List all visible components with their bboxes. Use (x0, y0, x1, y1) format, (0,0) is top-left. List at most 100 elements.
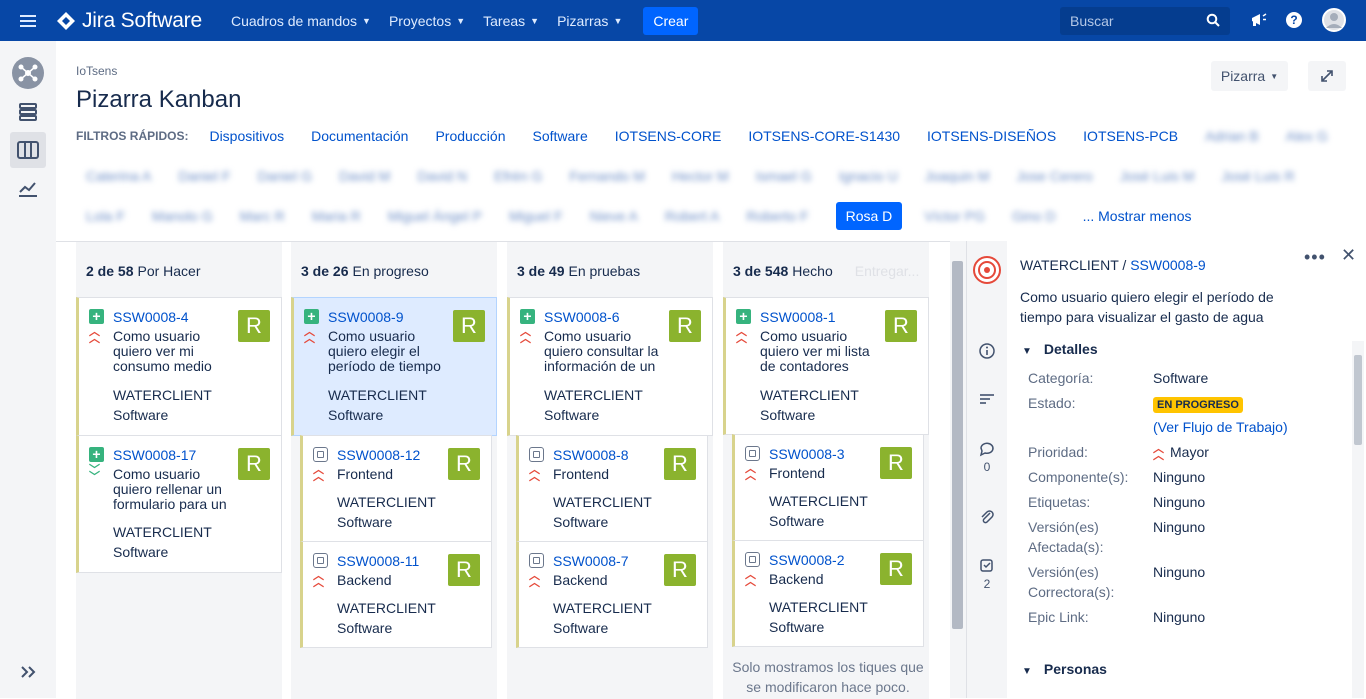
jira-logo[interactable]: Jira Software (56, 9, 202, 33)
comments-tab[interactable]: 0 (977, 441, 997, 474)
app-switcher-icon[interactable] (0, 14, 56, 28)
more-actions-icon[interactable]: ••• (1304, 247, 1326, 268)
filter-link-blurred[interactable]: Caterina A (86, 168, 151, 184)
details-section-header[interactable]: ▼ Detalles (1022, 341, 1098, 357)
breadcrumb-project[interactable]: IoTsens (76, 64, 117, 78)
issue-key[interactable]: SSW0008-9 (304, 309, 403, 325)
project-avatar[interactable] (12, 57, 44, 89)
subtask-card[interactable]: SSW0008-2 ︿ ︿ Backend R WATERCLIENT Softw… (732, 540, 924, 647)
attachment-icon[interactable] (977, 509, 997, 528)
assignee-avatar[interactable]: R (664, 448, 696, 480)
issue-card[interactable]: + SSW0008-1 ︿ ︿ Como usuario quiero ver m… (723, 297, 929, 435)
filter-link[interactable]: Documentación (311, 128, 408, 144)
expand-sidebar-icon[interactable] (14, 658, 42, 686)
filter-link-blurred[interactable]: Miguel Ángel P (388, 208, 482, 224)
parent-project[interactable]: WATERCLIENT (1020, 257, 1119, 273)
filter-link-blurred[interactable]: Daniel F (178, 168, 230, 184)
issue-key[interactable]: SSW0008-2 (745, 552, 844, 568)
backlog-icon[interactable] (14, 98, 42, 126)
close-icon[interactable]: ✕ (1341, 245, 1356, 266)
filter-link[interactable]: IOTSENS-CORE-S1430 (748, 128, 900, 144)
workflow-link[interactable]: (Ver Flujo de Trabajo) (1153, 419, 1288, 435)
nav-dashboards[interactable]: Cuadros de mandos ▼ (231, 13, 371, 29)
filter-link-blurred[interactable]: Lola F (86, 208, 125, 224)
filter-link[interactable]: IOTSENS-PCB (1083, 128, 1178, 144)
filter-link-blurred[interactable]: Manolo G (152, 208, 213, 224)
issue-key[interactable]: SSW0008-17 (89, 447, 196, 463)
notifications-megaphone-icon[interactable] (1249, 10, 1269, 30)
search-input[interactable]: Buscar (1060, 7, 1230, 35)
subtask-card[interactable]: SSW0008-7 ︿ ︿ Backend R WATERCLIENT Softw… (516, 541, 708, 648)
filter-link-blurred[interactable]: Gino D (1012, 208, 1056, 224)
filter-link-blurred[interactable]: Marc R (240, 208, 285, 224)
filter-link-blurred[interactable]: David N (417, 168, 467, 184)
filter-link-blurred[interactable]: Ismael G (756, 168, 812, 184)
assignee-avatar[interactable]: R (448, 448, 480, 480)
assignee-avatar[interactable]: R (238, 448, 270, 480)
subtask-card[interactable]: SSW0008-11 ︿ ︿ Backend R WATERCLIENT Soft… (300, 541, 492, 648)
subtasks-tab[interactable]: 2 (977, 558, 997, 591)
nav-projects[interactable]: Proyectos ▼ (389, 13, 465, 29)
nav-issues[interactable]: Tareas ▼ (483, 13, 539, 29)
fullscreen-button[interactable] (1308, 61, 1346, 91)
subtask-card[interactable]: SSW0008-8 ︿ ︿ Frontend R WATERCLIENT Soft… (516, 435, 708, 542)
issue-key[interactable]: SSW0008-6 (520, 309, 619, 325)
issue-summary-detail[interactable]: Como usuario quiero elegir el período de… (1020, 287, 1310, 327)
filter-link-blurred[interactable]: Joaquin M (925, 168, 990, 184)
reports-icon[interactable] (14, 174, 42, 202)
scrollbar-thumb[interactable] (952, 261, 963, 629)
filter-link-blurred[interactable]: Hector M (672, 168, 729, 184)
filter-link-blurred[interactable]: Maria R (312, 208, 361, 224)
board-dropdown-button[interactable]: Pizarra ▼ (1211, 61, 1288, 91)
filter-link[interactable]: Producción (435, 128, 505, 144)
filter-link-blurred[interactable]: Daniel G (258, 168, 312, 184)
board-icon[interactable] (10, 132, 46, 168)
scrollbar-thumb[interactable] (1354, 355, 1362, 445)
issue-key[interactable]: SSW0008-8 (529, 447, 628, 463)
assignee-avatar[interactable]: R (453, 310, 485, 342)
assignee-avatar[interactable]: R (880, 553, 912, 585)
assignee-avatar[interactable]: R (664, 554, 696, 586)
status-badge[interactable]: EN PROGRESO (1153, 397, 1243, 413)
detail-scrollbar[interactable] (1352, 341, 1364, 698)
filter-link-blurred[interactable]: Roberto F (746, 208, 808, 224)
assignee-avatar[interactable]: R (238, 310, 270, 342)
release-link[interactable]: Entregar... (855, 263, 920, 279)
filter-link-blurred[interactable]: Víctor PG (924, 208, 985, 224)
issue-card[interactable]: + SSW0008-6 ︿ ︿ Como usuario quiero consu… (507, 297, 713, 436)
help-icon[interactable]: ? (1284, 10, 1304, 30)
issue-key-link[interactable]: SSW0008-9 (1130, 257, 1205, 273)
user-avatar[interactable] (1322, 8, 1346, 32)
nav-boards[interactable]: Pizarras ▼ (557, 13, 622, 29)
filter-link-blurred[interactable]: Fernando M (569, 168, 644, 184)
issue-key[interactable]: SSW0008-12 (313, 447, 420, 463)
issue-key[interactable]: SSW0008-11 (313, 553, 419, 569)
filter-link-blurred[interactable]: Nieve A (590, 208, 638, 224)
issue-key[interactable]: SSW0008-4 (89, 309, 188, 325)
subtask-card[interactable]: SSW0008-12 ︿ ︿ Frontend R WATERCLIENT Sof… (300, 435, 492, 542)
filter-link-blurred[interactable]: Alex G (1286, 128, 1328, 144)
filter-link-blurred[interactable]: José Luis M (1120, 168, 1195, 184)
filter-link-blurred[interactable]: Jose Cerero (1016, 168, 1092, 184)
filter-link-blurred[interactable]: Efrén G (494, 168, 542, 184)
issue-key[interactable]: SSW0008-3 (745, 446, 844, 462)
subtask-card[interactable]: SSW0008-3 ︿ ︿ Frontend R WATERCLIENT Soft… (732, 434, 924, 541)
filter-link-blurred[interactable]: José Luis R (1221, 168, 1294, 184)
filter-link-blurred[interactable]: Ignacio U (839, 168, 898, 184)
filter-link-blurred[interactable]: Miguel F (509, 208, 563, 224)
filter-link-blurred[interactable]: David M (339, 168, 390, 184)
show-less-link[interactable]: ... Mostrar menos (1083, 208, 1192, 224)
filter-active[interactable]: Rosa D (835, 202, 903, 230)
assignee-avatar[interactable]: R (885, 310, 917, 342)
issue-card[interactable]: + SSW0008-17 ﹀ ﹀ Como usuario quiero rell… (76, 435, 282, 573)
filter-link[interactable]: Dispositivos (209, 128, 284, 144)
filter-link-blurred[interactable]: Robert A (665, 208, 719, 224)
issue-key[interactable]: SSW0008-1 (736, 309, 835, 325)
filter-link[interactable]: IOTSENS-DISEÑOS (927, 128, 1056, 144)
assignee-avatar[interactable]: R (448, 554, 480, 586)
filter-link[interactable]: IOTSENS-CORE (615, 128, 722, 144)
create-button[interactable]: Crear (643, 6, 699, 35)
details-info-icon[interactable] (977, 343, 997, 362)
issue-card[interactable]: + SSW0008-4 ︿ ︿ Como usuario quiero ver m… (76, 297, 282, 436)
filter-link-blurred[interactable]: Adrian B (1205, 128, 1259, 144)
